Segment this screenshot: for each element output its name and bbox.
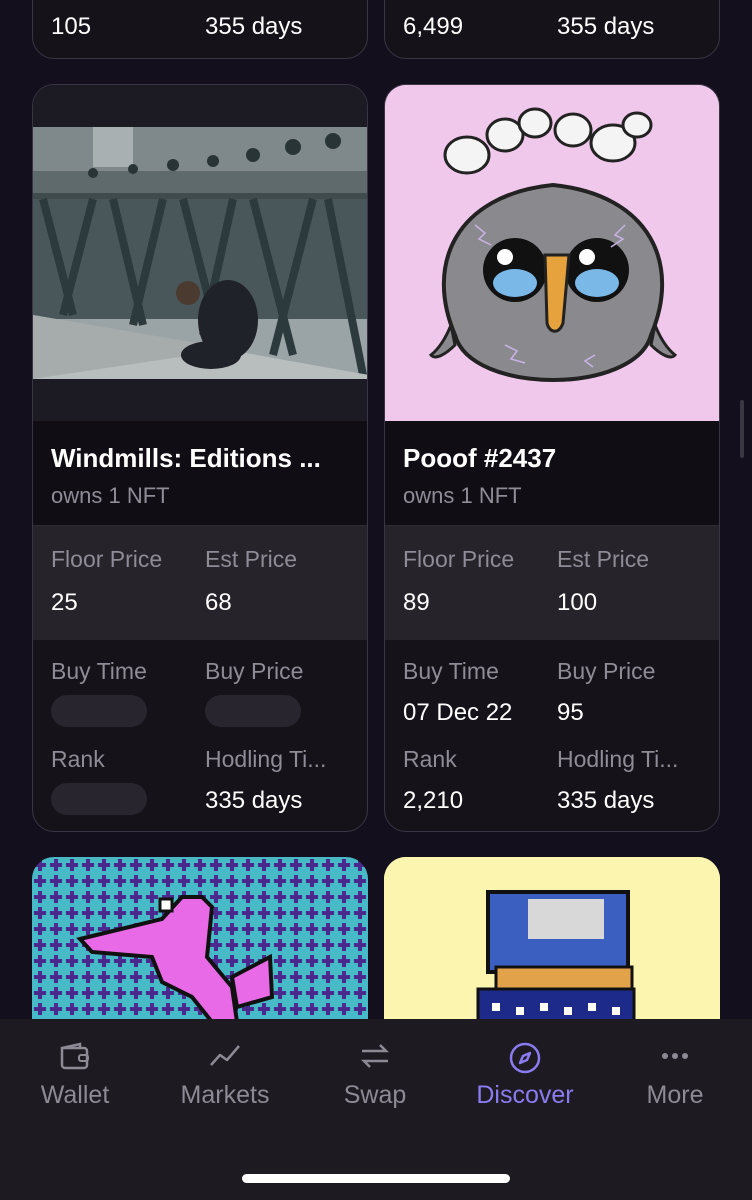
floor-price-value: 25 <box>51 589 78 616</box>
markets-icon <box>208 1041 242 1076</box>
est-price-label: Est Price <box>557 546 650 572</box>
nav-discover[interactable]: Discover <box>450 1019 600 1139</box>
rank-value: 2,210 <box>403 787 464 814</box>
owns-count: owns 1 NFT <box>403 483 522 508</box>
nft-info: Windmills: Editions ... owns 1 NFT <box>33 421 367 526</box>
swap-icon <box>358 1041 392 1076</box>
rank-placeholder <box>51 783 147 815</box>
bottom-nav: Wallet Markets Swap Discover More <box>0 1019 752 1200</box>
card-value: 6,499 <box>403 13 464 40</box>
floor-price-label: Floor Price <box>51 546 163 572</box>
nft-image-pooof <box>385 85 719 421</box>
discover-icon <box>508 1041 542 1080</box>
nft-title: Windmills: Editions ... <box>51 443 321 473</box>
more-icon <box>658 1041 692 1076</box>
buy-time-value: 07 Dec 22 <box>403 699 513 726</box>
nav-discover-label: Discover <box>476 1081 574 1109</box>
buy-price-value: 95 <box>557 699 584 726</box>
nft-card-top-right[interactable]: 6,499 355 days <box>384 0 720 59</box>
nft-card-top-left[interactable]: 105 355 days <box>32 0 368 59</box>
nav-swap-label: Swap <box>343 1081 407 1109</box>
rank-label: Rank <box>51 746 105 772</box>
rank-label: Rank <box>403 746 457 772</box>
floor-price-label: Floor Price <box>403 546 515 572</box>
price-band: Floor Price 89 Est Price 100 <box>385 526 719 640</box>
nav-markets[interactable]: Markets <box>150 1019 300 1139</box>
price-band: Floor Price 25 Est Price 68 <box>33 526 367 640</box>
owns-count: owns 1 NFT <box>51 483 170 508</box>
card-value: 105 <box>51 13 92 40</box>
card-hodling-value: 355 days <box>205 13 303 40</box>
buy-time-label: Buy Time <box>403 658 499 684</box>
est-price-label: Est Price <box>205 546 298 572</box>
nft-card-windmills[interactable]: Windmills: Editions ... owns 1 NFT Floor… <box>32 84 368 832</box>
nav-markets-label: Markets <box>180 1081 270 1109</box>
hodling-time-value: 335 days <box>205 787 303 814</box>
hodling-time-value: 335 days <box>557 787 655 814</box>
nav-more[interactable]: More <box>600 1019 750 1139</box>
buy-price-label: Buy Price <box>205 658 304 684</box>
nav-more-label: More <box>646 1081 704 1109</box>
nav-wallet-label: Wallet <box>40 1081 110 1109</box>
buy-time-placeholder <box>51 695 147 727</box>
nft-image-windmills <box>33 85 367 421</box>
hodling-time-label: Hodling Ti... <box>557 746 679 772</box>
buy-price-label: Buy Price <box>557 658 656 684</box>
hodling-time-label: Hodling Ti... <box>205 746 327 772</box>
card-hodling-value: 355 days <box>557 13 655 40</box>
floor-price-value: 89 <box>403 589 430 616</box>
nft-title: Pooof #2437 <box>403 443 557 473</box>
buy-time-label: Buy Time <box>51 658 147 684</box>
est-price-value: 68 <box>205 589 232 616</box>
home-indicator <box>242 1174 510 1183</box>
scrollbar[interactable] <box>740 400 744 458</box>
nft-card-pooof[interactable]: Pooof #2437 owns 1 NFT Floor Price 89 Es… <box>384 84 720 832</box>
nav-swap[interactable]: Swap <box>300 1019 450 1139</box>
buy-price-placeholder <box>205 695 301 727</box>
nft-info: Pooof #2437 owns 1 NFT <box>385 421 719 526</box>
est-price-value: 100 <box>557 589 598 616</box>
nav-wallet[interactable]: Wallet <box>0 1019 150 1139</box>
wallet-icon <box>58 1041 92 1076</box>
